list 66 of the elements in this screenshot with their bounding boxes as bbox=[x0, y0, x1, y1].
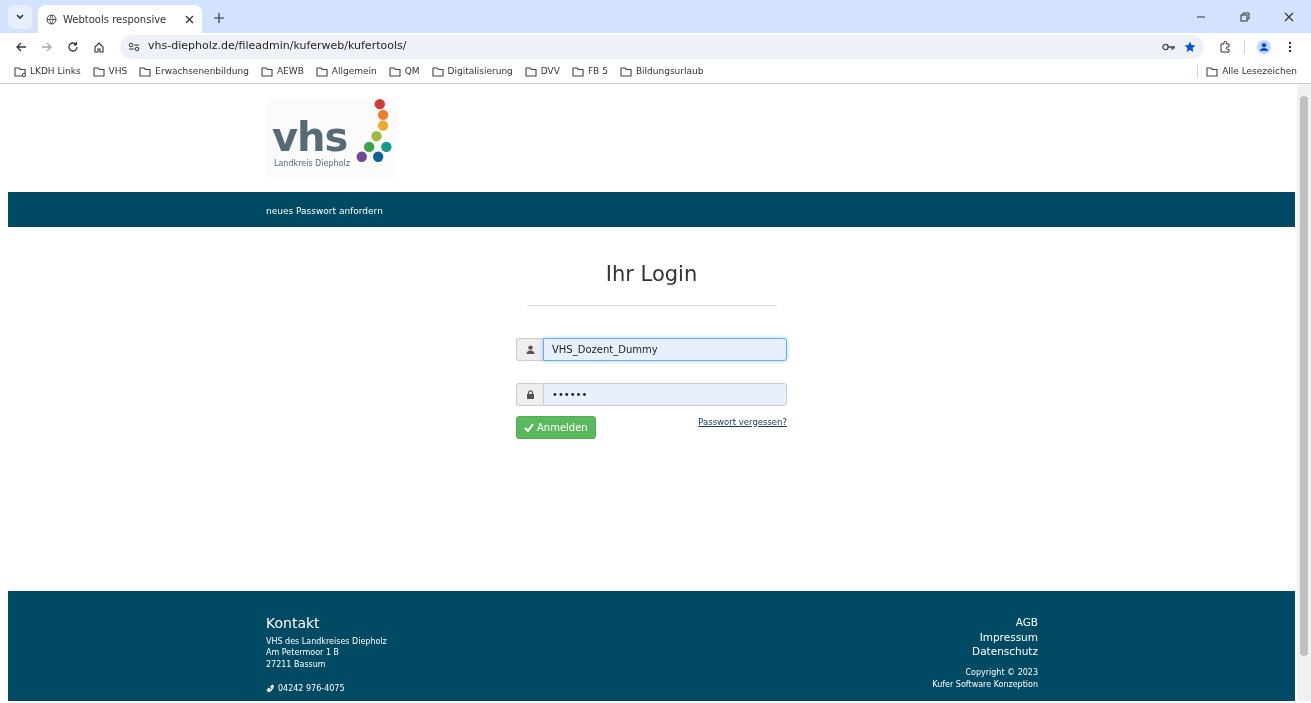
phone-number: 04242 976-4075 bbox=[278, 682, 345, 695]
lock-icon bbox=[525, 389, 535, 399]
arrow-left-icon bbox=[15, 40, 27, 53]
forgot-password-link[interactable]: Passwort vergessen? bbox=[698, 415, 787, 429]
address-line: VHS des Landkreises Diepholz bbox=[266, 635, 387, 648]
user-icon bbox=[525, 344, 535, 354]
bookmark[interactable]: VHS bbox=[92, 64, 128, 79]
arrow-right-icon bbox=[41, 40, 53, 53]
folder-icon bbox=[524, 66, 537, 77]
reload-icon bbox=[67, 40, 79, 53]
close-icon bbox=[1284, 11, 1294, 22]
folder-icon bbox=[260, 66, 273, 77]
folder-icon bbox=[571, 66, 584, 77]
folder-icon bbox=[139, 66, 152, 77]
bookmark[interactable]: Allgemein bbox=[315, 64, 377, 79]
globe-icon bbox=[46, 13, 57, 25]
login-title: Ihr Login bbox=[605, 261, 698, 288]
puzzle-icon bbox=[1219, 40, 1231, 53]
nav-link[interactable]: neues Passwort anfordern bbox=[266, 205, 383, 216]
password-field[interactable]: •••••• bbox=[543, 382, 787, 406]
folder-icon bbox=[619, 66, 632, 77]
copyright-text: Kufer Software Konzeption bbox=[932, 678, 1038, 691]
check-icon bbox=[524, 422, 534, 432]
address-bar[interactable]: vhs-diepholz.de/fileadmin/kuferweb/kufertools/ bbox=[120, 34, 1204, 59]
bookmark[interactable]: QM bbox=[388, 64, 420, 79]
logo-subtitle: Landkreis Diepholz bbox=[274, 158, 350, 170]
close-icon[interactable] bbox=[185, 14, 194, 24]
key-icon[interactable] bbox=[1162, 42, 1176, 51]
scrollbar[interactable] bbox=[1297, 84, 1311, 701]
folder-icon bbox=[431, 66, 444, 77]
folder-icon bbox=[388, 66, 401, 77]
bookmark[interactable]: LKDH Links bbox=[14, 64, 81, 79]
folder-icon bbox=[1206, 66, 1219, 77]
bookmark[interactable]: FB 5 bbox=[571, 64, 608, 79]
logo-text: vhs bbox=[272, 119, 348, 155]
restore-icon bbox=[1240, 11, 1250, 22]
home-icon bbox=[93, 40, 105, 53]
footer-link[interactable]: Datenschutz bbox=[972, 644, 1038, 660]
avatar-icon bbox=[1257, 39, 1271, 54]
folder-icon bbox=[315, 66, 328, 77]
scrollbar-thumb[interactable] bbox=[1300, 96, 1308, 656]
phone-icon bbox=[266, 684, 274, 693]
site-settings-icon[interactable] bbox=[128, 41, 140, 52]
more-icon bbox=[1288, 40, 1292, 53]
star-icon[interactable] bbox=[1184, 40, 1196, 53]
bookmark[interactable]: Bildungsurlaub bbox=[619, 64, 704, 79]
footer-link[interactable]: AGB bbox=[1015, 615, 1038, 630]
folder-icon bbox=[92, 66, 105, 77]
browser-tab[interactable]: Webtools responsive bbox=[38, 5, 202, 33]
tab-title: Webtools responsive bbox=[63, 12, 168, 27]
all-bookmarks[interactable]: Alle Lesezeichen bbox=[1197, 64, 1297, 79]
bookmark[interactable]: AEWB bbox=[260, 64, 304, 79]
address-line: Am Petermoor 1 B bbox=[266, 647, 340, 659]
footer-link[interactable]: Impressum bbox=[979, 629, 1038, 645]
bookmark[interactable]: Digitalisierung bbox=[431, 64, 513, 79]
url-text: vhs-diepholz.de/fileadmin/kuferweb/kufertools/ bbox=[148, 38, 408, 55]
address-line: 27211 Bassum bbox=[266, 659, 327, 671]
folder-gear-icon bbox=[14, 66, 26, 77]
username-field[interactable]: VHS_Dozent_Dummy bbox=[543, 337, 787, 361]
footer-heading: Kontakt bbox=[266, 615, 321, 632]
tab-search-button[interactable] bbox=[8, 5, 32, 29]
copyright-text: Copyright © 2023 bbox=[964, 667, 1038, 679]
bookmark[interactable]: DVV bbox=[524, 64, 560, 79]
chevron-down-icon bbox=[15, 12, 25, 22]
plus-icon bbox=[214, 13, 224, 23]
bookmark[interactable]: Erwachsenenbildung bbox=[139, 64, 249, 79]
